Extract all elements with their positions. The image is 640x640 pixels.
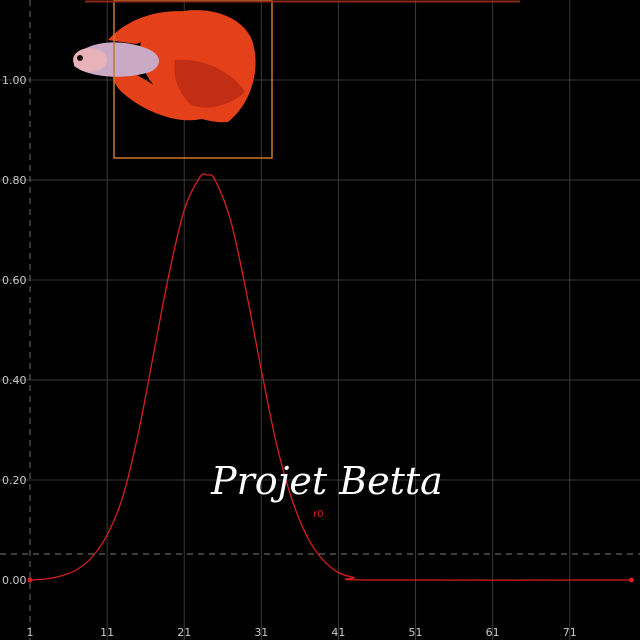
x-tick-label: 11 — [100, 626, 114, 639]
keyframe-point[interactable] — [628, 577, 634, 583]
fish-eye — [77, 55, 83, 61]
watermark-title: Projet Betta — [210, 459, 443, 503]
x-axis-labels: 11121314151617181 — [27, 626, 640, 639]
x-tick-label: 61 — [486, 626, 500, 639]
y-tick-label: 1.00 — [2, 74, 27, 87]
y-tick-label: 0.20 — [2, 474, 27, 487]
curve-editor-canvas[interactable]: 0.000.200.400.600.801.00 1 11 21 31 41 51 61 71… — [0, 0, 640, 640]
y-tick-label: 0.40 — [2, 374, 27, 387]
x-tick-label: 1 — [27, 626, 34, 639]
animation-curve[interactable] — [29, 173, 632, 581]
x-tick-label: 71 — [563, 626, 577, 639]
keyframe-point[interactable] — [27, 577, 33, 583]
y-tick-label: 0.60 — [2, 274, 27, 287]
betta-fish-image — [73, 10, 256, 123]
grid — [0, 0, 640, 640]
x-tick-label: 31 — [254, 626, 268, 639]
x-tick-label: 21 — [177, 626, 191, 639]
curve-point-label: r0 — [313, 509, 323, 520]
y-tick-label: 0.80 — [2, 174, 27, 187]
y-tick-label: 0.00 — [2, 574, 27, 587]
y-axis-labels: 0.00 0.20 0.40 0.60 0.80 1.00 — [2, 74, 27, 587]
x-tick-label: 51 — [409, 626, 423, 639]
x-tick-label: 41 — [331, 626, 345, 639]
